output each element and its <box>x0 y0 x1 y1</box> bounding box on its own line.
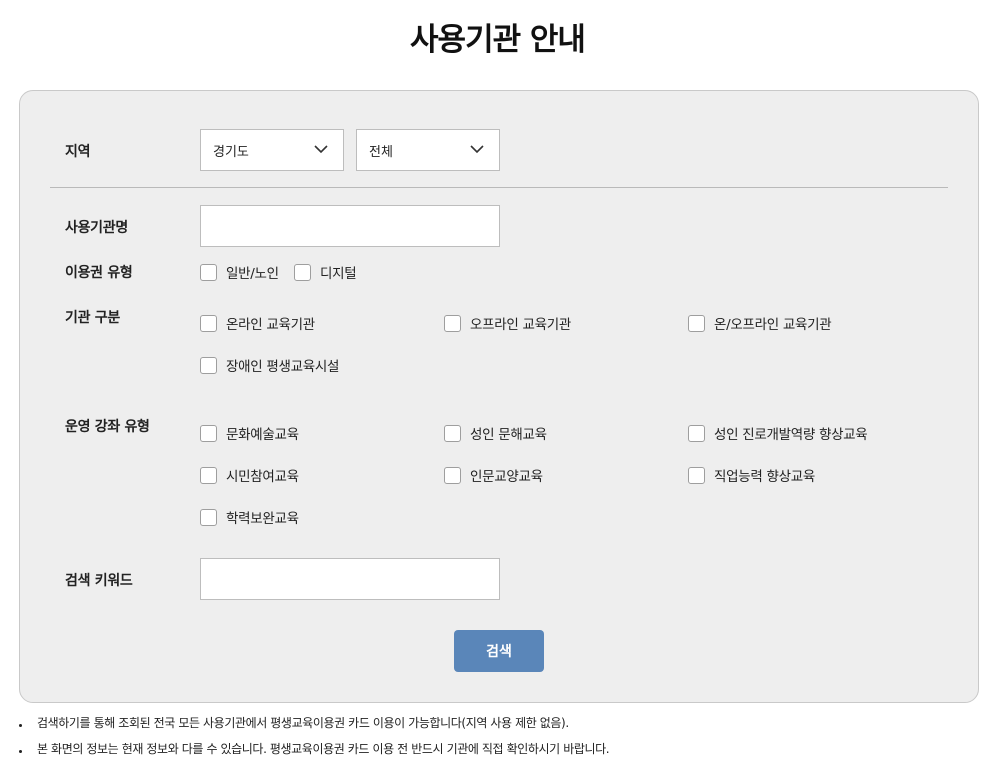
checkbox[interactable] <box>200 356 217 374</box>
notice-text: 검색하기를 통해 조회된 전국 모든 사용기관에서 평생교육이용권 카드 이용이… <box>37 716 569 730</box>
institution-category-label: 기관 구분 <box>65 310 120 326</box>
category-disabled-lifelong[interactable]: 장애인 평생교육시설 <box>200 355 339 375</box>
checkbox-label: 직업능력 향상교육 <box>714 469 815 485</box>
checkbox-label: 장애인 평생교육시설 <box>226 359 340 375</box>
notice-item: 검색하기를 통해 조회된 전국 모든 사용기관에서 평생교육이용권 카드 이용이… <box>18 710 978 736</box>
checkbox[interactable] <box>688 466 705 484</box>
checkbox-label: 오프라인 교육기관 <box>470 317 571 333</box>
checkbox-label: 온라인 교육기관 <box>226 317 315 333</box>
search-button[interactable]: 검색 <box>454 630 544 672</box>
notice-item: 본 화면의 정보는 현재 정보와 다를 수 있습니다. 평생교육이용권 카드 이… <box>18 736 978 762</box>
institution-name-label: 사용기관명 <box>65 220 128 236</box>
checkbox[interactable] <box>200 314 217 332</box>
checkbox-label: 디지털 <box>320 266 357 282</box>
category-on-offline[interactable]: 온/오프라인 교육기관 <box>688 313 832 333</box>
category-online[interactable]: 온라인 교육기관 <box>200 313 315 333</box>
checkbox[interactable] <box>200 466 217 484</box>
voucher-type-general-elderly[interactable]: 일반/노인 <box>200 262 279 282</box>
course-adult-literacy[interactable]: 성인 문해교육 <box>444 423 547 443</box>
keyword-input[interactable] <box>200 558 500 600</box>
bullet-icon <box>19 724 22 727</box>
checkbox[interactable] <box>200 263 217 281</box>
checkbox-label: 학력보완교육 <box>226 511 299 527</box>
checkbox-label: 성인 문해교육 <box>470 427 547 443</box>
city-select-value: 전체 <box>369 144 393 160</box>
checkbox-label: 문화예술교육 <box>226 427 299 443</box>
checkbox-label: 온/오프라인 교육기관 <box>714 317 832 333</box>
notice-text: 본 화면의 정보는 현재 정보와 다를 수 있습니다. 평생교육이용권 카드 이… <box>37 742 610 756</box>
checkbox[interactable] <box>444 424 461 442</box>
checkbox-label: 일반/노인 <box>226 266 279 282</box>
voucher-type-digital[interactable]: 디지털 <box>294 262 357 282</box>
checkbox[interactable] <box>200 508 217 526</box>
city-select[interactable]: 전체 <box>356 129 500 171</box>
search-form-panel: 지역 경기도 전체 사용기관명 이용권 유형 일반/노인 디지털 기관 구분 온… <box>19 90 979 703</box>
chevron-down-icon <box>470 145 484 154</box>
checkbox[interactable] <box>688 314 705 332</box>
checkbox-label: 인문교양교육 <box>470 469 543 485</box>
category-offline[interactable]: 오프라인 교육기관 <box>444 313 571 333</box>
province-select-value: 경기도 <box>213 144 249 160</box>
chevron-down-icon <box>314 145 328 154</box>
region-divider <box>50 187 948 188</box>
checkbox[interactable] <box>688 424 705 442</box>
checkbox[interactable] <box>444 466 461 484</box>
checkbox[interactable] <box>294 263 311 281</box>
course-humanities[interactable]: 인문교양교육 <box>444 465 543 485</box>
course-civic-participation[interactable]: 시민참여교육 <box>200 465 299 485</box>
course-type-label: 운영 강좌 유형 <box>65 419 150 435</box>
course-vocational[interactable]: 직업능력 향상교육 <box>688 465 815 485</box>
province-select[interactable]: 경기도 <box>200 129 344 171</box>
checkbox-label: 시민참여교육 <box>226 469 299 485</box>
page-title: 사용기관 안내 <box>410 22 586 58</box>
checkbox-label: 성인 진로개발역량 향상교육 <box>714 427 868 443</box>
keyword-label: 검색 키워드 <box>65 573 133 589</box>
checkbox[interactable] <box>444 314 461 332</box>
notice-list: 검색하기를 통해 조회된 전국 모든 사용기관에서 평생교육이용권 카드 이용이… <box>18 710 978 762</box>
course-adult-career[interactable]: 성인 진로개발역량 향상교육 <box>688 423 868 443</box>
course-academic-supplement[interactable]: 학력보완교육 <box>200 507 299 527</box>
checkbox[interactable] <box>200 424 217 442</box>
bullet-icon <box>19 750 22 753</box>
institution-name-input[interactable] <box>200 205 500 247</box>
voucher-type-label: 이용권 유형 <box>65 265 133 281</box>
course-culture-arts[interactable]: 문화예술교육 <box>200 423 299 443</box>
region-label: 지역 <box>65 144 91 160</box>
